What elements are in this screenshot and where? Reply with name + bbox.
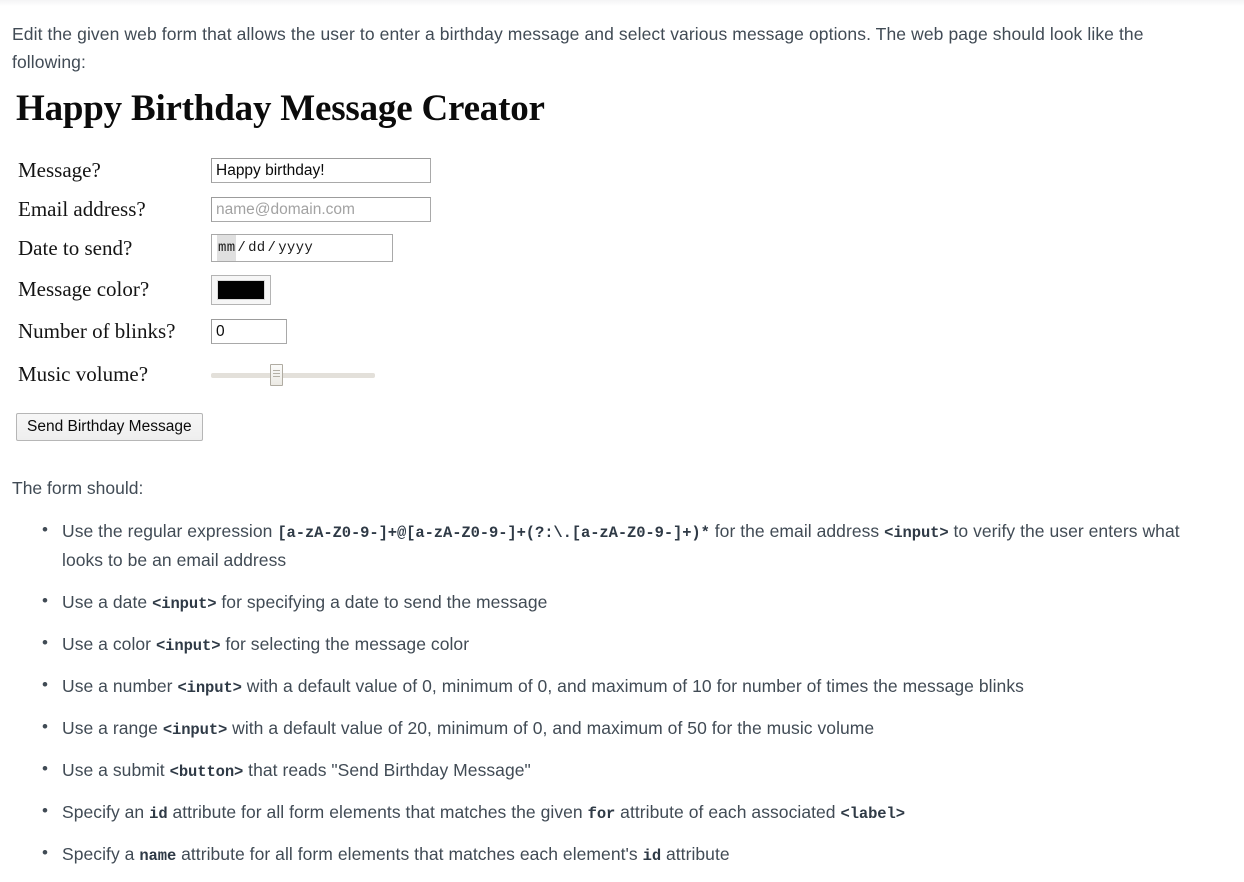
text-span: for selecting the message color [220, 633, 470, 654]
requirement-item: Use a date <input> for specifying a date… [42, 587, 1198, 617]
requirement-item: Specify an id attribute for all form ele… [42, 797, 1198, 827]
code-span: <input> [155, 636, 221, 655]
text-span: that reads "Send Birthday Message" [243, 760, 531, 781]
text-span: with a default value of 0, minimum of 0,… [241, 675, 1024, 696]
label-date: Date to send? [18, 235, 133, 260]
form-row-email: Email address? name@domain.com [16, 190, 1244, 229]
code-span: id [642, 847, 662, 866]
blinks-input[interactable]: 0 [211, 318, 287, 344]
color-swatch [217, 279, 265, 300]
slider-grip-line [273, 375, 280, 377]
requirements-list: Use the regular expression [a-zA-Z0-9-]+… [0, 516, 1244, 869]
requirement-item: Use a range <input> with a default value… [42, 713, 1198, 743]
label-blinks: Number of blinks? [18, 318, 176, 343]
page-title: Happy Birthday Message Creator [16, 88, 545, 129]
form-row-message: Message? Happy birthday! [16, 151, 1244, 190]
code-span: name [139, 847, 177, 866]
requirements-lead: The form should: [12, 477, 144, 498]
text-span: attribute for all form elements that mat… [167, 802, 588, 823]
code-span: <input> [152, 594, 217, 613]
requirement-item: Use the regular expression [a-zA-Z0-9-]+… [42, 516, 1198, 574]
label-color: Message color? [18, 277, 150, 302]
date-day-segment[interactable]: dd [247, 235, 266, 261]
text-span: with a default value of 20, minimum of 0… [227, 717, 875, 738]
text-span: attribute [661, 844, 730, 865]
text-span: for the email address [709, 521, 885, 542]
code-span: <input> [884, 524, 949, 543]
page-root: Edit the given web form that allows the … [0, 0, 1244, 867]
slider-grip-line [273, 372, 280, 374]
content-area: Edit the given web form that allows the … [0, 6, 1244, 882]
message-input[interactable]: Happy birthday! [211, 157, 431, 183]
code-span: <label> [840, 805, 906, 824]
slider-thumb[interactable] [270, 363, 283, 386]
form-row-submit: Send Birthday Message [16, 399, 1244, 441]
send-birthday-message-button[interactable]: Send Birthday Message [16, 412, 203, 441]
form-row-color: Message color? [16, 268, 1244, 312]
date-year-segment[interactable]: yyyy [277, 235, 314, 261]
text-span: Use a range [62, 717, 163, 738]
text-span: Specify a [62, 844, 140, 865]
demo-form-preview: Happy Birthday Message Creator Message? … [0, 76, 1244, 441]
text-span: Use a color [62, 633, 156, 654]
code-span: id [149, 805, 168, 824]
label-message: Message? [18, 157, 101, 182]
code-span: [a-zA-Z0-9-]+@[a-zA-Z0-9-]+(?:\.[a-zA-Z0… [277, 524, 710, 543]
text-span: Use a date [62, 591, 153, 612]
volume-slider[interactable] [211, 363, 375, 386]
requirement-item: Use a submit <button> that reads "Send B… [42, 755, 1198, 785]
text-span: Use a submit [62, 760, 170, 781]
slider-track [211, 372, 375, 378]
date-month-segment[interactable]: mm [217, 235, 237, 262]
color-input[interactable] [211, 274, 271, 305]
code-span: <button> [169, 763, 244, 782]
requirement-item: Specify a name attribute for all form el… [42, 839, 1198, 869]
text-span: Specify an [62, 802, 150, 823]
birthday-form: Message? Happy birthday! Email address? … [16, 151, 1244, 441]
text-span: for specifying a date to send the messag… [216, 591, 548, 612]
code-span: for [587, 805, 616, 824]
email-input[interactable]: name@domain.com [211, 196, 431, 222]
text-span: Use a number [62, 675, 178, 696]
date-input[interactable]: mm / dd / yyyy [211, 234, 393, 263]
form-row-date: Date to send? mm / dd / yyyy [16, 229, 1244, 268]
intro-paragraph: Edit the given web form that allows the … [12, 24, 1144, 72]
code-span: <input> [162, 720, 228, 739]
form-row-volume: Music volume? [16, 351, 1244, 399]
requirement-item: Use a color <input> for selecting the me… [42, 629, 1198, 659]
text-span: Use the regular expression [62, 521, 278, 542]
code-span: <input> [177, 678, 242, 697]
date-separator-1: / [237, 240, 247, 257]
label-volume: Music volume? [18, 362, 149, 387]
form-row-blinks: Number of blinks? 0 [16, 312, 1244, 351]
text-span: attribute for all form elements that mat… [176, 844, 643, 865]
slider-grip-line [273, 369, 280, 371]
label-email: Email address? [18, 196, 146, 221]
text-span: attribute of each associated [615, 802, 841, 823]
requirement-item: Use a number <input> with a default valu… [42, 671, 1198, 701]
date-separator-2: / [267, 240, 277, 257]
